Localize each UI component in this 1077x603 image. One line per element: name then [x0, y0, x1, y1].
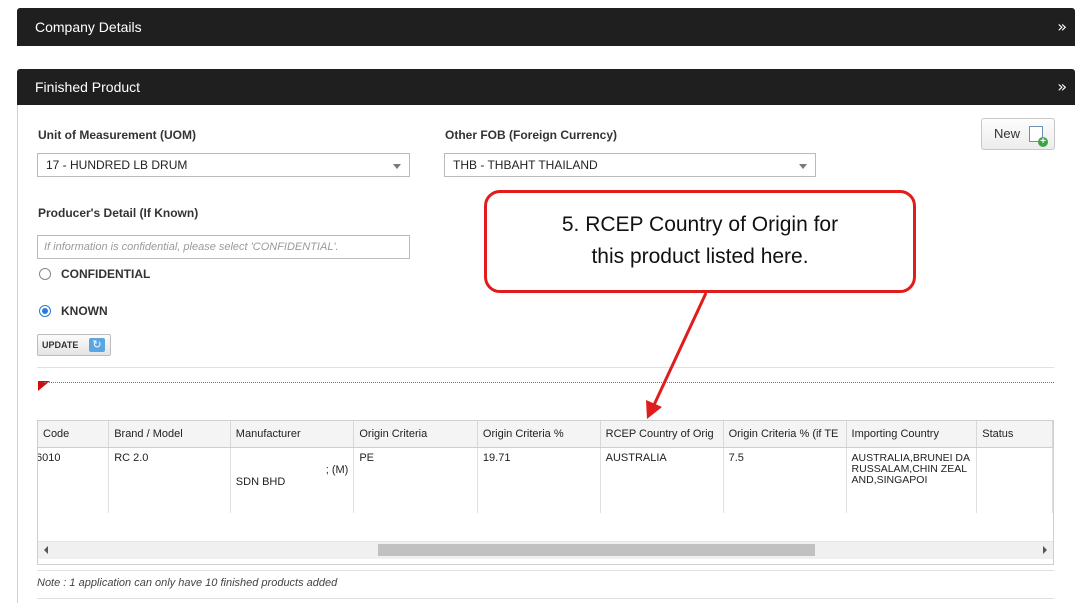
uom-select[interactable]: 17 - HUNDRED LB DRUM — [37, 153, 410, 177]
new-button[interactable]: New — [981, 118, 1055, 150]
producer-detail-input[interactable] — [37, 235, 410, 259]
table-header-row: Code Brand / Model Manufacturer Origin C… — [38, 421, 1053, 448]
new-document-icon — [1029, 126, 1048, 147]
cell-code: 6010 — [38, 447, 110, 513]
refresh-icon: ↻ — [89, 338, 105, 352]
dotted-divider — [44, 382, 1054, 383]
confidential-radio[interactable] — [39, 268, 51, 280]
column-header-status[interactable]: Status — [976, 421, 1053, 448]
column-header-brand-model[interactable]: Brand / Model — [108, 421, 231, 448]
cell-importing-country: AUSTRALIA,BRUNEI DARUSSALAM,CHIN ZEALAND… — [846, 447, 978, 513]
new-button-label: New — [994, 126, 1021, 141]
finished-product-header[interactable]: Finished Product » — [17, 69, 1075, 105]
horizontal-scrollbar[interactable] — [38, 541, 1053, 559]
confidential-label: CONFIDENTIAL — [61, 267, 151, 281]
cell-brand: RC 2.0 — [108, 447, 231, 513]
note-divider — [37, 598, 1054, 599]
cell-rcep-country: AUSTRALIA — [600, 447, 724, 513]
cell-status — [976, 447, 1053, 513]
column-header-importing-country[interactable]: Importing Country — [846, 421, 978, 448]
dropdown-arrow-icon — [799, 164, 807, 169]
update-button[interactable]: UPDATE ↻ — [37, 334, 111, 356]
company-details-title: Company Details — [35, 19, 142, 35]
column-header-rcep-country[interactable]: RCEP Country of Orig — [600, 421, 724, 448]
table-bottom-divider — [37, 570, 1054, 571]
code-value: 6010 — [38, 452, 61, 464]
fob-select[interactable]: THB - THBAHT THAILAND — [444, 153, 816, 177]
column-header-manufacturer[interactable]: Manufacturer — [230, 421, 355, 448]
update-button-label: UPDATE — [42, 340, 79, 350]
section-divider — [37, 367, 1054, 368]
known-radio[interactable] — [39, 305, 51, 317]
cell-origin-pct: 19.71 — [477, 447, 601, 513]
dropdown-arrow-icon — [393, 164, 401, 169]
table-row[interactable]: 6010 RC 2.0 ; (M) SDN BHD PE 19.71 AUSTR… — [38, 447, 1053, 513]
uom-label: Unit of Measurement (UOM) — [38, 128, 197, 142]
fob-selected-value: THB - THBAHT THAILAND — [453, 158, 598, 172]
double-chevron-down-icon[interactable]: » — [1057, 8, 1067, 46]
producer-detail-field[interactable] — [38, 236, 409, 258]
column-header-origin-criteria-pct-te[interactable]: Origin Criteria % (if TE — [723, 421, 847, 448]
annotation-line-1: 5. RCEP Country of Origin for — [561, 213, 839, 236]
cell-manufacturer: ; (M) SDN BHD — [230, 447, 355, 513]
cell-origin-pct-te: 7.5 — [723, 447, 847, 513]
double-chevron-down-icon[interactable]: » — [1057, 69, 1067, 105]
scrollbar-thumb[interactable] — [378, 544, 815, 556]
annotation-text: 5. RCEP Country of Origin for this produ… — [487, 209, 913, 273]
column-header-origin-criteria[interactable]: Origin Criteria — [353, 421, 478, 448]
scroll-right-arrow-icon[interactable] — [1043, 546, 1047, 554]
known-label: KNOWN — [61, 304, 108, 318]
fob-label: Other FOB (Foreign Currency) — [445, 128, 618, 142]
annotation-callout: 5. RCEP Country of Origin for this produ… — [484, 190, 916, 293]
finished-products-note: Note : 1 application can only have 10 fi… — [37, 577, 338, 589]
column-header-code[interactable]: Code — [38, 421, 110, 448]
scroll-left-arrow-icon[interactable] — [44, 546, 48, 554]
cell-origin-criteria: PE — [353, 447, 478, 513]
finished-product-title: Finished Product — [35, 79, 141, 95]
column-header-origin-criteria-pct[interactable]: Origin Criteria % — [477, 421, 601, 448]
uom-selected-value: 17 - HUNDRED LB DRUM — [46, 158, 188, 172]
manufacturer-part-b: SDN BHD — [235, 476, 286, 488]
annotation-line-2: this product listed here. — [591, 245, 809, 268]
producer-detail-label: Producer's Detail (If Known) — [38, 206, 199, 220]
company-details-header[interactable]: Company Details » — [17, 8, 1075, 46]
manufacturer-part-a: ; (M) — [325, 464, 349, 476]
